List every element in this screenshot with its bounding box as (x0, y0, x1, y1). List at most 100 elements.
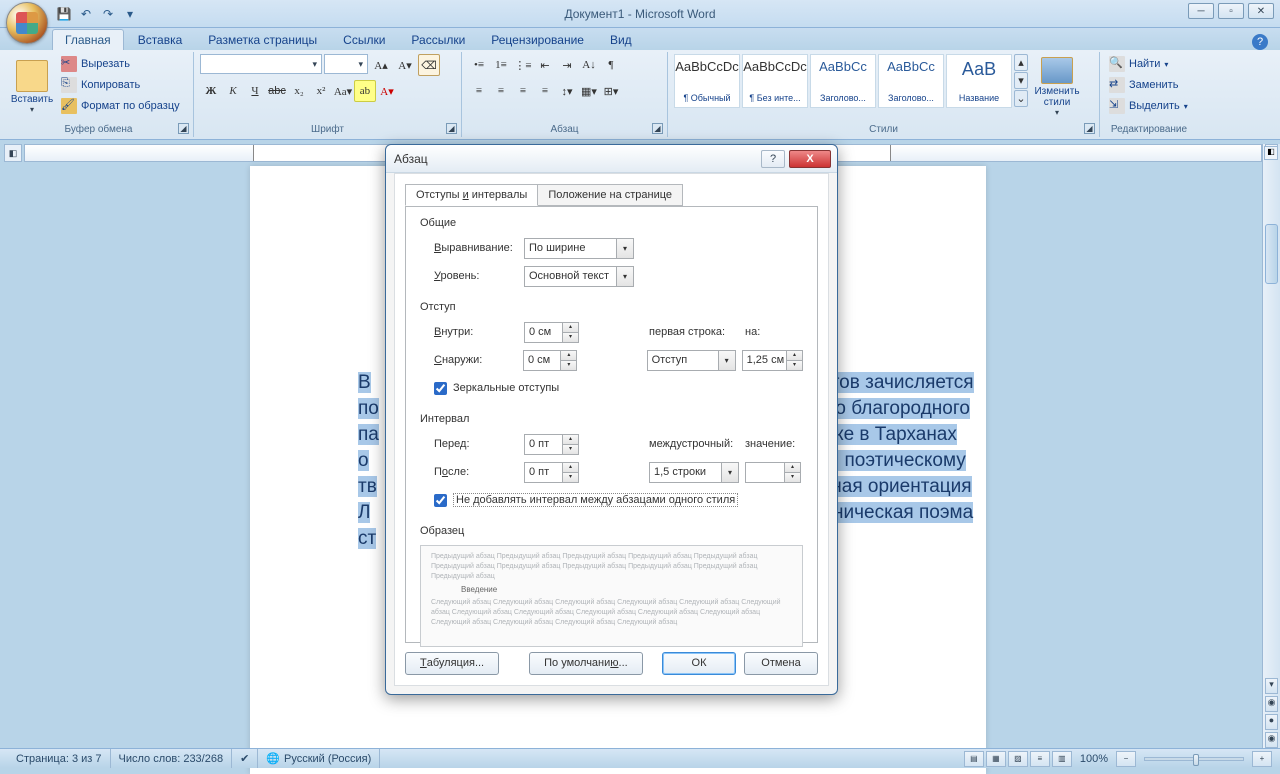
styles-dialog-launcher[interactable]: ◢ (1084, 123, 1095, 134)
line-spacing-combo[interactable]: 1,5 строки▾ (649, 462, 739, 483)
tab-insert[interactable]: Вставка (126, 30, 195, 50)
styles-row-up[interactable]: ▴ (1014, 54, 1028, 71)
cut-button[interactable]: ✂Вырезать (58, 54, 183, 74)
zoom-in-button[interactable]: + (1252, 751, 1272, 767)
scroll-thumb[interactable] (1265, 224, 1278, 284)
decrease-indent-button[interactable]: ⇤ (534, 54, 556, 76)
zoom-level[interactable]: 100% (1074, 753, 1114, 765)
line-spacing-at-spinner[interactable]: ▴▾ (745, 462, 801, 483)
help-button[interactable]: ? (1252, 34, 1268, 50)
align-right-button[interactable]: ≡ (512, 80, 534, 102)
tab-mailings[interactable]: Рассылки (399, 30, 477, 50)
style-nospacing[interactable]: AaBbCcDc¶ Без инте... (742, 54, 808, 108)
styles-row-down[interactable]: ▾ (1014, 72, 1028, 89)
cancel-button[interactable]: Отмена (744, 652, 818, 675)
justify-button[interactable]: ≡ (534, 80, 556, 102)
space-before-spinner[interactable]: 0 пт▴▾ (524, 434, 579, 455)
status-words[interactable]: Число слов: 233/268 (111, 749, 233, 768)
ruler-toggle[interactable]: ◧ (1264, 146, 1278, 160)
shrink-font-icon[interactable]: A▾ (394, 54, 416, 76)
dialog-close-button[interactable]: X (789, 150, 831, 168)
browse-object-icon[interactable]: ● (1265, 714, 1278, 730)
dialog-help-button[interactable]: ? (761, 150, 785, 168)
sort-button[interactable]: A↓ (578, 54, 600, 76)
font-dialog-launcher[interactable]: ◢ (446, 123, 457, 134)
tab-references[interactable]: Ссылки (331, 30, 397, 50)
alignment-combo[interactable]: По ширине▾ (524, 238, 634, 259)
style-heading1[interactable]: AaBbCcЗаголово... (810, 54, 876, 108)
first-line-by-spinner[interactable]: 1,25 см▴▾ (742, 350, 803, 371)
shading-button[interactable]: ▦▾ (578, 80, 600, 102)
paragraph-dialog-launcher[interactable]: ◢ (652, 123, 663, 134)
default-button[interactable]: По умолчанию... (529, 652, 643, 675)
qat-undo[interactable]: ↶ (76, 4, 96, 24)
bullets-button[interactable]: •≡ (468, 54, 490, 76)
view-print-layout[interactable]: ▤ (964, 751, 984, 767)
change-case-button[interactable]: Aa▾ (332, 80, 354, 102)
find-button[interactable]: 🔍Найти▾ (1106, 54, 1192, 74)
tab-home[interactable]: Главная (52, 29, 124, 50)
styles-expand[interactable]: ⌄ (1014, 90, 1028, 107)
borders-button[interactable]: ⊞▾ (600, 80, 622, 102)
office-button[interactable] (6, 2, 48, 44)
format-painter-button[interactable]: 🖌Формат по образцу (58, 96, 183, 116)
highlight-button[interactable]: ab (354, 80, 376, 102)
zoom-out-button[interactable]: − (1116, 751, 1136, 767)
indent-outside-spinner[interactable]: 0 см▴▾ (523, 350, 577, 371)
status-page[interactable]: Страница: 3 из 7 (8, 749, 111, 768)
style-normal[interactable]: AaBbCcDc¶ Обычный (674, 54, 740, 108)
ok-button[interactable]: ОК (662, 652, 736, 675)
outline-level-combo[interactable]: Основной текст▾ (524, 266, 634, 287)
paste-button[interactable]: Вставить ▾ (10, 54, 54, 120)
italic-button[interactable]: К (222, 80, 244, 102)
space-after-spinner[interactable]: 0 пт▴▾ (524, 462, 579, 483)
align-left-button[interactable]: ≡ (468, 80, 490, 102)
indent-inside-spinner[interactable]: 0 см▴▾ (524, 322, 579, 343)
dialog-tab-indents[interactable]: Отступы и интервалы (405, 184, 538, 206)
select-button[interactable]: ⇲Выделить▾ (1106, 96, 1192, 116)
view-web[interactable]: ▨ (1008, 751, 1028, 767)
style-heading2[interactable]: AaBbCcЗаголово... (878, 54, 944, 108)
restore-button[interactable]: ▫ (1218, 3, 1244, 19)
qat-redo[interactable]: ↷ (98, 4, 118, 24)
status-proofing[interactable]: ✔ (232, 749, 258, 768)
line-spacing-button[interactable]: ↕▾ (556, 80, 578, 102)
grow-font-icon[interactable]: A▴ (370, 54, 392, 76)
ruler-corner[interactable]: ◧ (4, 144, 22, 162)
tabs-button[interactable]: Табуляция... (405, 652, 499, 675)
clear-format-icon[interactable]: ⌫ (418, 54, 440, 76)
superscript-button[interactable]: x² (310, 80, 332, 102)
tab-view[interactable]: Вид (598, 30, 644, 50)
font-family-combo[interactable] (200, 54, 322, 74)
copy-button[interactable]: ⎘Копировать (58, 75, 183, 95)
view-full-screen[interactable]: ▦ (986, 751, 1006, 767)
numbering-button[interactable]: 1≡ (490, 54, 512, 76)
scroll-down-icon[interactable]: ▾ (1265, 678, 1278, 694)
increase-indent-button[interactable]: ⇥ (556, 54, 578, 76)
font-size-combo[interactable] (324, 54, 368, 74)
align-center-button[interactable]: ≡ (490, 80, 512, 102)
no-space-same-style-checkbox[interactable]: Не добавлять интервал между абзацами одн… (434, 493, 738, 507)
strike-button[interactable]: abc (266, 80, 288, 102)
tab-review[interactable]: Рецензирование (479, 30, 596, 50)
underline-button[interactable]: Ч (244, 80, 266, 102)
replace-button[interactable]: ⇄Заменить (1106, 75, 1192, 95)
show-marks-button[interactable]: ¶ (600, 54, 622, 76)
bold-button[interactable]: Ж (200, 80, 222, 102)
qat-more[interactable]: ▾ (120, 4, 140, 24)
clipboard-dialog-launcher[interactable]: ◢ (178, 123, 189, 134)
view-outline[interactable]: ≡ (1030, 751, 1050, 767)
multilevel-button[interactable]: ⋮≡ (512, 54, 534, 76)
zoom-slider[interactable] (1144, 757, 1244, 761)
first-line-combo[interactable]: Отступ▾ (647, 350, 736, 371)
status-language[interactable]: 🌐Русский (Россия) (258, 749, 380, 768)
tab-layout[interactable]: Разметка страницы (196, 30, 329, 50)
next-page-icon[interactable]: ◉ (1265, 732, 1278, 748)
subscript-button[interactable]: x₂ (288, 80, 310, 102)
font-color-button[interactable]: A▾ (376, 80, 398, 102)
qat-save[interactable]: 💾 (54, 4, 74, 24)
prev-page-icon[interactable]: ◉ (1265, 696, 1278, 712)
vertical-scrollbar[interactable]: ▴ ▾ ◉ ● ◉ (1262, 144, 1280, 748)
dialog-tab-position[interactable]: Положение на странице (537, 184, 683, 206)
change-styles-button[interactable]: Изменить стили ▾ (1030, 54, 1084, 120)
